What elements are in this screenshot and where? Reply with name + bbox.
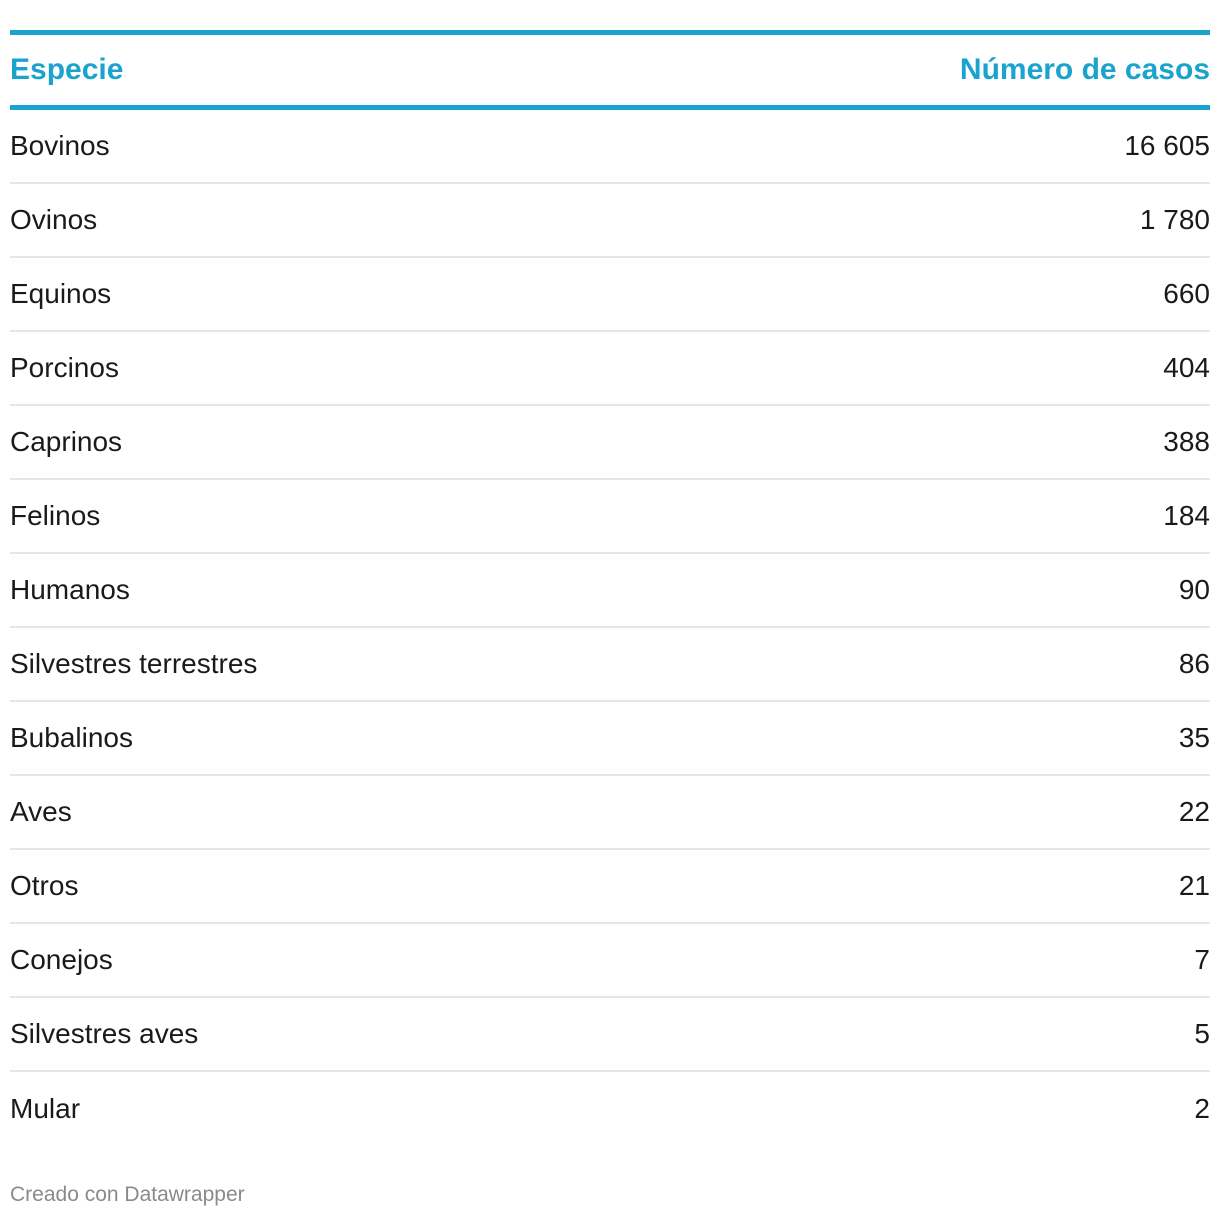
- row-label: Caprinos: [10, 426, 123, 457]
- row-value: 5: [1194, 1018, 1210, 1049]
- table-row: Ovinos 1 780: [10, 184, 1210, 258]
- row-label: Felinos: [10, 500, 101, 531]
- table-row: Silvestres aves 5: [10, 998, 1210, 1072]
- table-row: Bubalinos 35: [10, 702, 1210, 776]
- table-row: Conejos 7: [10, 924, 1210, 998]
- row-label: Silvestres aves: [10, 1018, 199, 1049]
- row-label: Aves: [10, 796, 72, 827]
- row-value: 16 605: [1124, 130, 1210, 161]
- row-value: 21: [1178, 870, 1210, 901]
- row-label: Ovinos: [10, 204, 98, 235]
- row-value: 388: [1163, 426, 1210, 457]
- row-label: Humanos: [10, 574, 130, 605]
- row-label: Equinos: [10, 278, 112, 309]
- table-row: Humanos 90: [10, 554, 1210, 628]
- column-header-especie[interactable]: Especie: [10, 53, 123, 87]
- row-label: Silvestres terrestres: [10, 648, 258, 679]
- row-value: 86: [1178, 648, 1210, 679]
- row-label: Mular: [10, 1093, 81, 1124]
- row-label: Conejos: [10, 944, 113, 975]
- table-row: Mular 2: [10, 1072, 1210, 1146]
- table-row: Equinos 660: [10, 258, 1210, 332]
- column-header-numero-de-casos[interactable]: Número de casos: [960, 53, 1210, 87]
- table-row: Otros 21: [10, 850, 1210, 924]
- row-value: 7: [1194, 944, 1210, 975]
- table-row: Silvestres terrestres 86: [10, 628, 1210, 702]
- data-table: Especie Número de casos Bovinos 16 605 Ovi…: [10, 30, 1210, 1146]
- row-value: 404: [1163, 352, 1210, 383]
- table-row: Porcinos 404: [10, 332, 1210, 406]
- row-value: 184: [1163, 500, 1210, 531]
- table-row: Felinos 184: [10, 480, 1210, 554]
- table-header: Especie Número de casos: [10, 30, 1210, 110]
- row-label: Otros: [10, 870, 79, 901]
- row-value: 1 780: [1139, 204, 1210, 235]
- row-value: 90: [1178, 574, 1210, 605]
- row-value: 22: [1178, 796, 1210, 827]
- row-label: Bovinos: [10, 130, 110, 161]
- table-row: Caprinos 388: [10, 406, 1210, 480]
- footer-credit: Creado con Datawrapper: [10, 1183, 245, 1206]
- row-label: Porcinos: [10, 352, 119, 383]
- table-row: Aves 22: [10, 776, 1210, 850]
- row-value: 35: [1178, 722, 1210, 753]
- table-body: Bovinos 16 605 Ovinos 1 780 Equinos 660 Porcin…: [10, 110, 1210, 1146]
- table-row: Bovinos 16 605: [10, 110, 1210, 184]
- row-label: Bubalinos: [10, 722, 133, 753]
- row-value: 2: [1194, 1093, 1210, 1124]
- row-value: 660: [1163, 278, 1210, 309]
